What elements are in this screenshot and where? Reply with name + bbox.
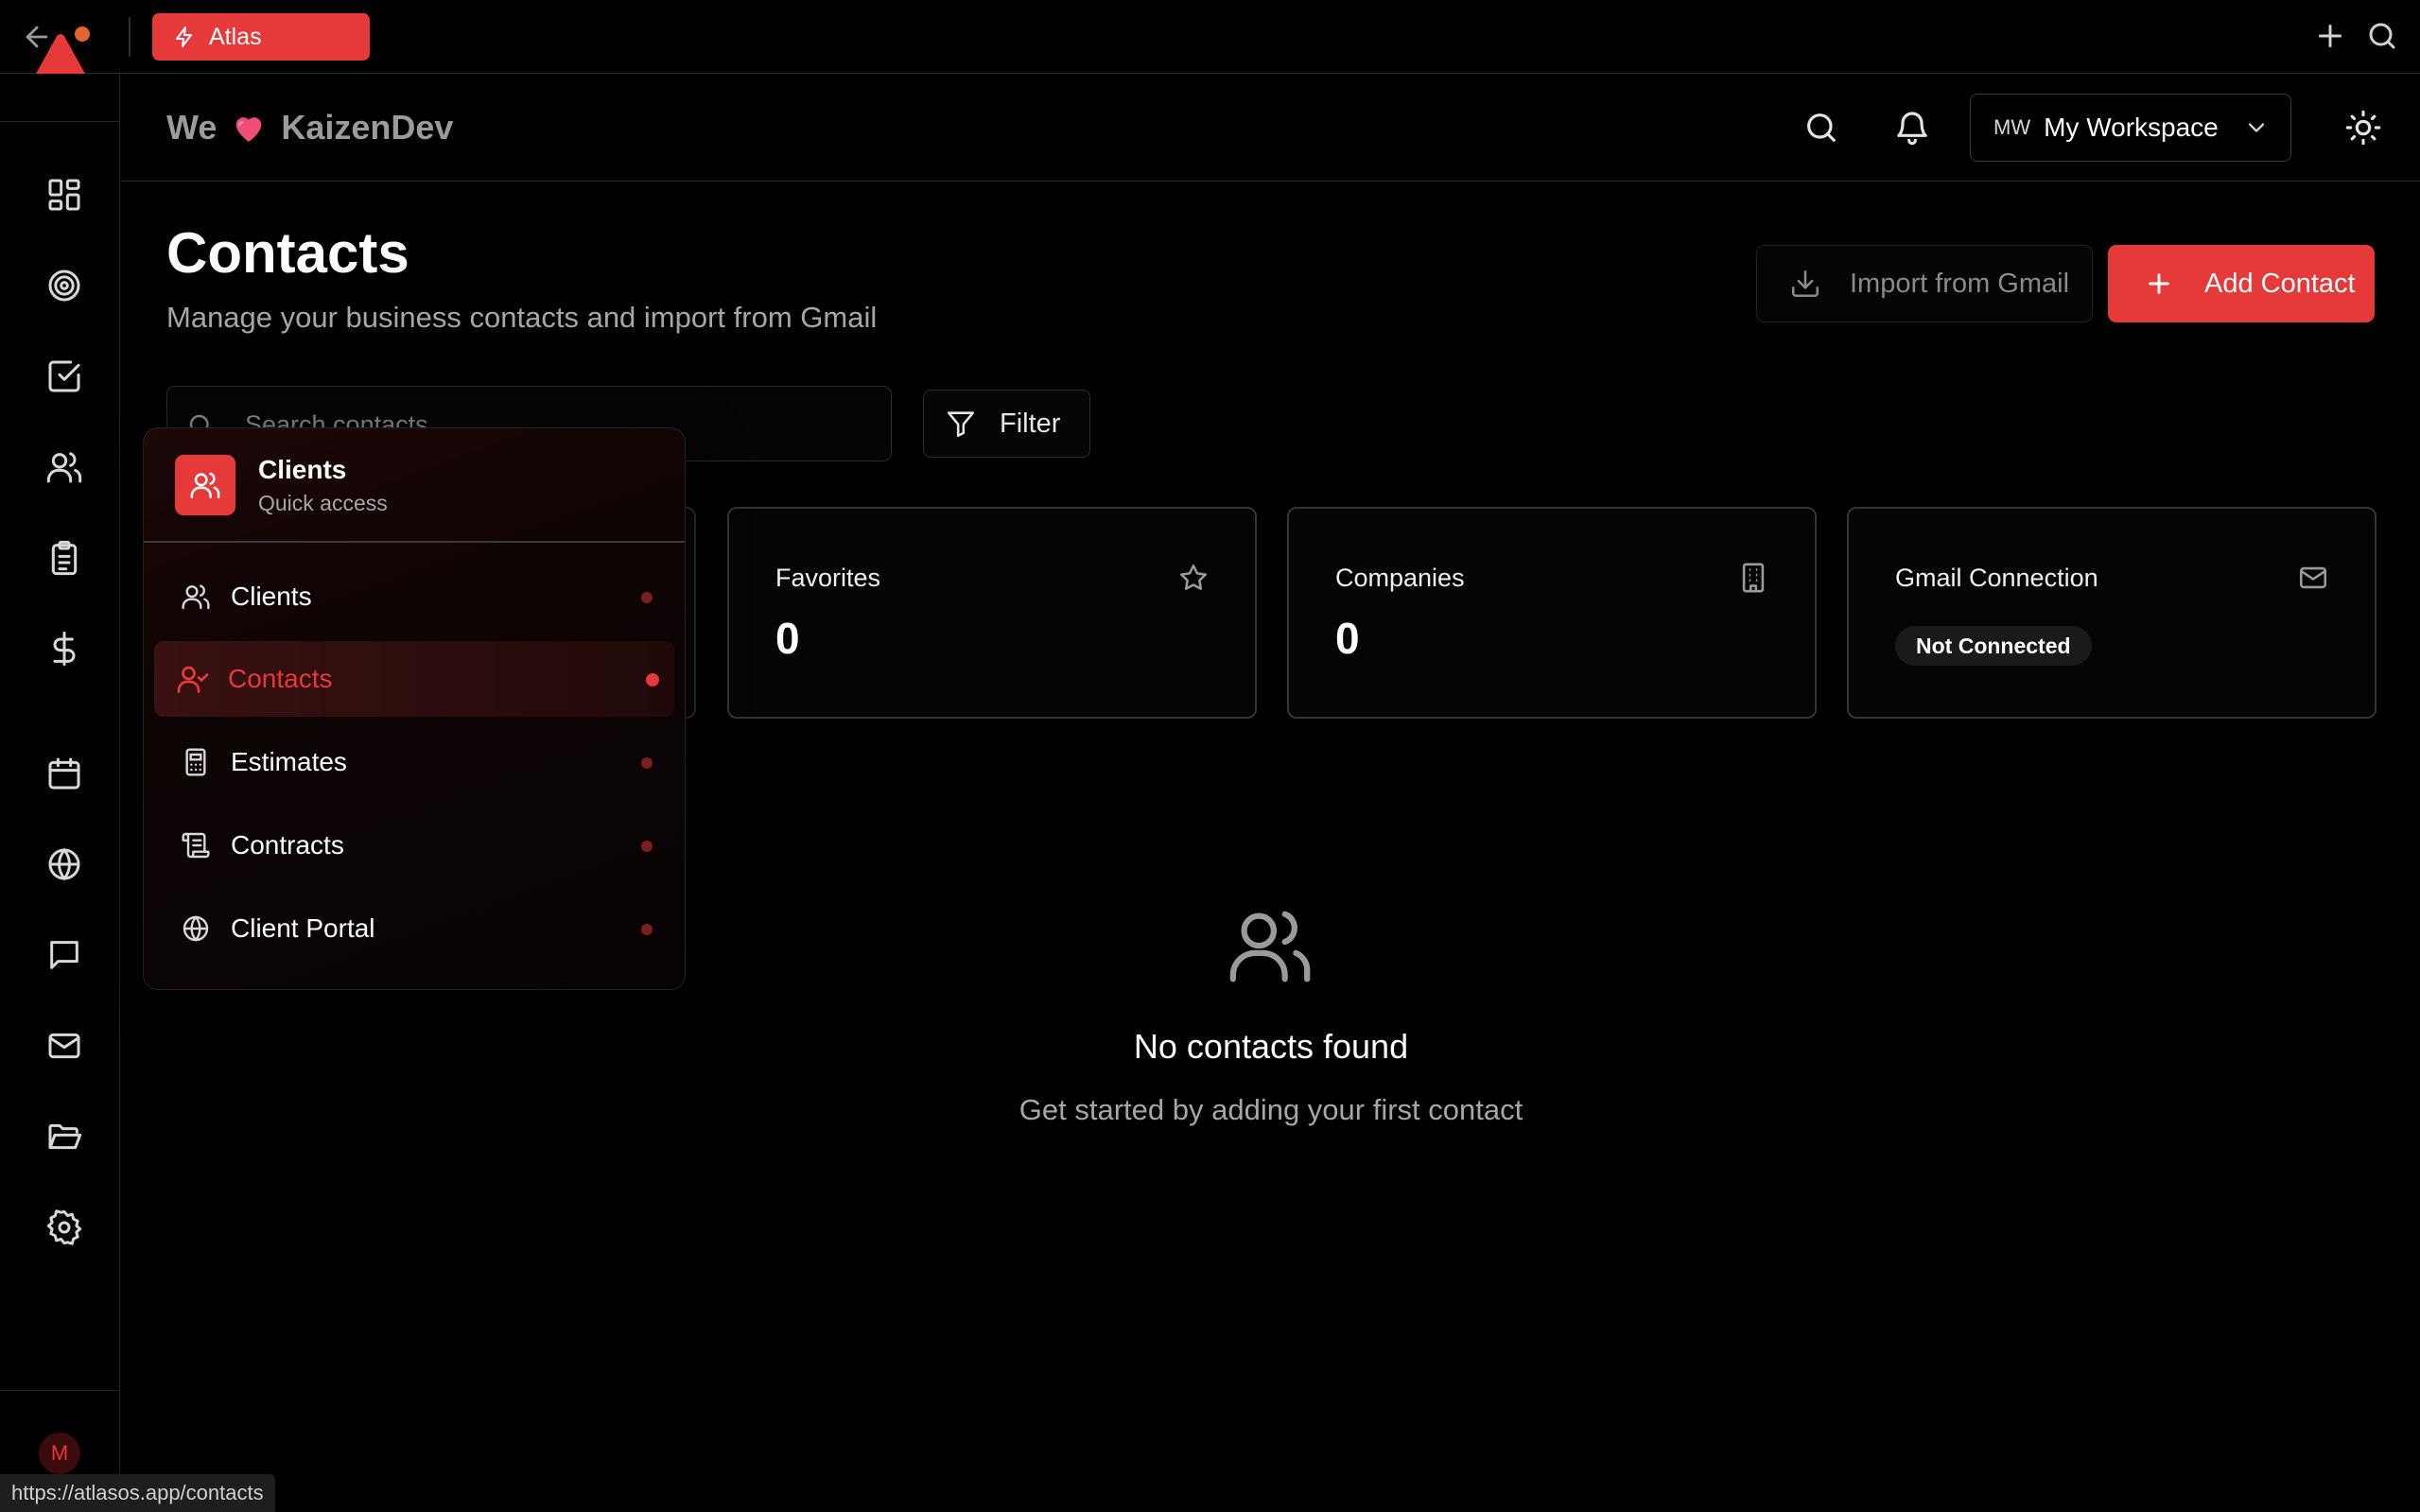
globe-icon[interactable] <box>45 845 83 883</box>
favorites-card: Favorites 0 <box>727 507 1257 719</box>
popover-item-clients[interactable]: Clients <box>154 559 674 634</box>
globe-icon <box>181 913 211 944</box>
stat-label: Gmail Connection <box>1895 564 2098 592</box>
quick-access-popover: Clients Quick access Clients Contacts Es… <box>143 427 686 990</box>
browser-top-bar: Atlas <box>0 0 2420 79</box>
dollar-icon[interactable] <box>45 630 83 668</box>
brand: We KaizenDev <box>166 106 453 149</box>
app-header: We KaizenDev MW My Workspace <box>121 74 2420 182</box>
workspace-selector[interactable]: MW My Workspace <box>1970 94 2291 162</box>
empty-state-subtitle: Get started by adding your first contact <box>1018 1093 1523 1126</box>
companies-card: Companies 0 <box>1287 507 1817 719</box>
status-url: https://atlasos.app/contacts <box>0 1474 275 1512</box>
import-from-gmail-button[interactable]: Import from Gmail <box>1756 245 2093 322</box>
chat-icon[interactable] <box>45 936 83 974</box>
popover-header: Clients Quick access <box>144 428 685 543</box>
clients-icon[interactable] <box>45 448 83 486</box>
import-button-label: Import from Gmail <box>1850 268 2070 299</box>
status-dot <box>641 592 653 603</box>
chevron-down-icon <box>2243 114 2270 141</box>
plus-icon <box>2144 269 2174 299</box>
sun-icon[interactable] <box>2344 109 2382 147</box>
star-icon <box>1177 562 1210 594</box>
rail-divider <box>0 121 120 122</box>
search-icon[interactable] <box>1802 109 1840 147</box>
avatar[interactable]: M <box>39 1433 80 1474</box>
stat-label: Favorites <box>775 564 881 592</box>
page-title: Contacts <box>166 221 409 285</box>
atlas-tab[interactable]: Atlas <box>152 13 370 61</box>
popover-item-label: Client Portal <box>231 913 375 943</box>
filter-icon <box>945 408 977 440</box>
add-button-label: Add Contact <box>2204 268 2356 299</box>
user-check-icon <box>176 662 210 696</box>
users-icon <box>181 582 211 612</box>
popover-item-estimates[interactable]: Estimates <box>154 724 674 800</box>
search-icon[interactable] <box>2365 19 2399 53</box>
brand-prefix: We <box>166 108 218 147</box>
rail-divider <box>0 1390 120 1391</box>
add-contact-button[interactable]: Add Contact <box>2108 245 2375 322</box>
stat-value: 0 <box>1335 614 1360 663</box>
building-icon <box>1737 562 1769 594</box>
workspace-initials: MW <box>1993 115 2031 139</box>
empty-state-title: No contacts found <box>1133 1027 1409 1066</box>
filter-label: Filter <box>1000 408 1061 439</box>
stat-value: 0 <box>775 614 800 663</box>
popover-item-label: Contracts <box>231 830 344 860</box>
status-dot <box>646 673 659 686</box>
page-subtitle: Manage your business contacts and import… <box>166 301 878 334</box>
popover-title: Clients <box>258 455 347 484</box>
popover-item-label: Clients <box>231 582 312 611</box>
stat-label: Companies <box>1335 564 1465 592</box>
heart-icon <box>230 109 268 147</box>
popover-item-label: Contacts <box>228 664 333 693</box>
calendar-icon[interactable] <box>45 755 83 792</box>
popover-item-contacts[interactable]: Contacts <box>154 641 674 717</box>
top-divider <box>129 17 131 57</box>
dashboard-icon[interactable] <box>45 176 83 214</box>
bolt-icon <box>173 26 196 48</box>
popover-subtitle: Quick access <box>258 491 388 515</box>
scroll-icon <box>181 830 211 860</box>
popover-item-label: Estimates <box>231 747 347 776</box>
users-icon <box>1226 901 1314 990</box>
status-dot <box>641 841 653 852</box>
sidebar-rail: M <box>0 74 120 1512</box>
brand-name: KaizenDev <box>281 108 454 147</box>
gmail-connection-card: Gmail Connection Not Connected <box>1847 507 2376 719</box>
bell-icon[interactable] <box>1893 109 1931 147</box>
mail-icon <box>2297 562 2329 594</box>
settings-icon[interactable] <box>45 1208 83 1246</box>
target-icon[interactable] <box>45 267 83 304</box>
workspace-name: My Workspace <box>2044 113 2219 142</box>
plus-icon[interactable] <box>2313 19 2347 53</box>
clipboard-icon[interactable] <box>45 539 83 577</box>
status-dot <box>641 924 653 935</box>
users-icon <box>175 455 235 515</box>
atlas-tab-label: Atlas <box>209 23 262 50</box>
calculator-icon <box>181 747 211 777</box>
tasks-icon[interactable] <box>45 357 83 395</box>
download-icon <box>1789 268 1821 300</box>
status-dot <box>641 757 653 769</box>
status-badge: Not Connected <box>1895 626 2092 666</box>
filter-button[interactable]: Filter <box>923 390 1090 458</box>
popover-item-contracts[interactable]: Contracts <box>154 808 674 883</box>
popover-item-client-portal[interactable]: Client Portal <box>154 891 674 966</box>
